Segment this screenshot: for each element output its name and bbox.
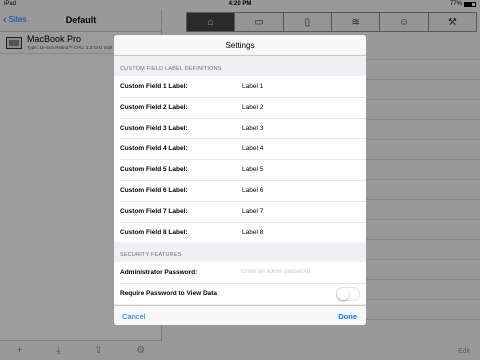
- field-value[interactable]: Label 4: [242, 145, 263, 152]
- section-header-custom-fields: CUSTOM FIELD LABEL DEFINITIONS: [120, 66, 222, 72]
- custom-field-row[interactable]: Custom Field 3 Label: Label 3: [114, 117, 366, 139]
- field-label: Custom Field 2 Label:: [120, 103, 188, 111]
- custom-field-row[interactable]: Custom Field 1 Label: Label 1: [114, 76, 366, 97]
- field-value[interactable]: Label 1: [242, 83, 263, 90]
- require-password-label: Require Password to View Data: [120, 290, 218, 298]
- section-header-security: SECURITY FEATURES: [120, 252, 182, 259]
- modal-title: Settings: [114, 35, 366, 56]
- custom-field-row[interactable]: Custom Field 5 Label: Label 5: [114, 159, 366, 180]
- field-value[interactable]: Label 7: [242, 208, 263, 215]
- custom-fields-group: Custom Field 1 Label: Label 1 Custom Fie…: [114, 76, 366, 243]
- field-label: Custom Field 1 Label:: [120, 83, 188, 90]
- field-value[interactable]: Label 5: [242, 166, 263, 173]
- custom-field-row[interactable]: Custom Field 6 Label: Label 6: [114, 179, 366, 201]
- require-password-row: Require Password to View Data: [114, 283, 366, 304]
- field-value[interactable]: Label 6: [242, 187, 263, 194]
- field-label: Custom Field 3 Label:: [120, 124, 188, 132]
- settings-modal: Settings CUSTOM FIELD LABEL DEFINITIONS …: [114, 35, 366, 325]
- custom-field-row[interactable]: Custom Field 2 Label: Label 2: [114, 96, 366, 118]
- field-label: Custom Field 7 Label:: [120, 207, 188, 215]
- admin-password-row: Administrator Password:: [114, 262, 366, 283]
- field-value[interactable]: Label 2: [242, 104, 263, 111]
- done-button[interactable]: Done: [338, 312, 357, 321]
- admin-password-label: Administrator Password:: [120, 269, 198, 277]
- custom-field-row[interactable]: Custom Field 4 Label: Label 4: [114, 138, 366, 159]
- field-label: Custom Field 6 Label:: [120, 186, 188, 194]
- security-group: Administrator Password: Require Password…: [114, 262, 366, 305]
- custom-field-row[interactable]: Custom Field 7 Label: Label 7: [114, 200, 366, 222]
- field-label: Custom Field 8 Label:: [120, 228, 188, 236]
- field-value[interactable]: Label 3: [242, 125, 263, 132]
- settings-scroll-area[interactable]: CUSTOM FIELD LABEL DEFINITIONS Custom Fi…: [114, 56, 366, 305]
- require-password-toggle[interactable]: [336, 287, 360, 302]
- admin-password-input[interactable]: [242, 266, 360, 279]
- field-label: Custom Field 5 Label:: [120, 166, 188, 174]
- cancel-button[interactable]: Cancel: [122, 312, 145, 321]
- field-value[interactable]: Label 8: [242, 229, 263, 236]
- modal-footer: Cancel Done: [114, 305, 366, 325]
- field-label: Custom Field 4 Label:: [120, 145, 188, 153]
- custom-field-row[interactable]: Custom Field 8 Label: Label 8: [114, 221, 366, 243]
